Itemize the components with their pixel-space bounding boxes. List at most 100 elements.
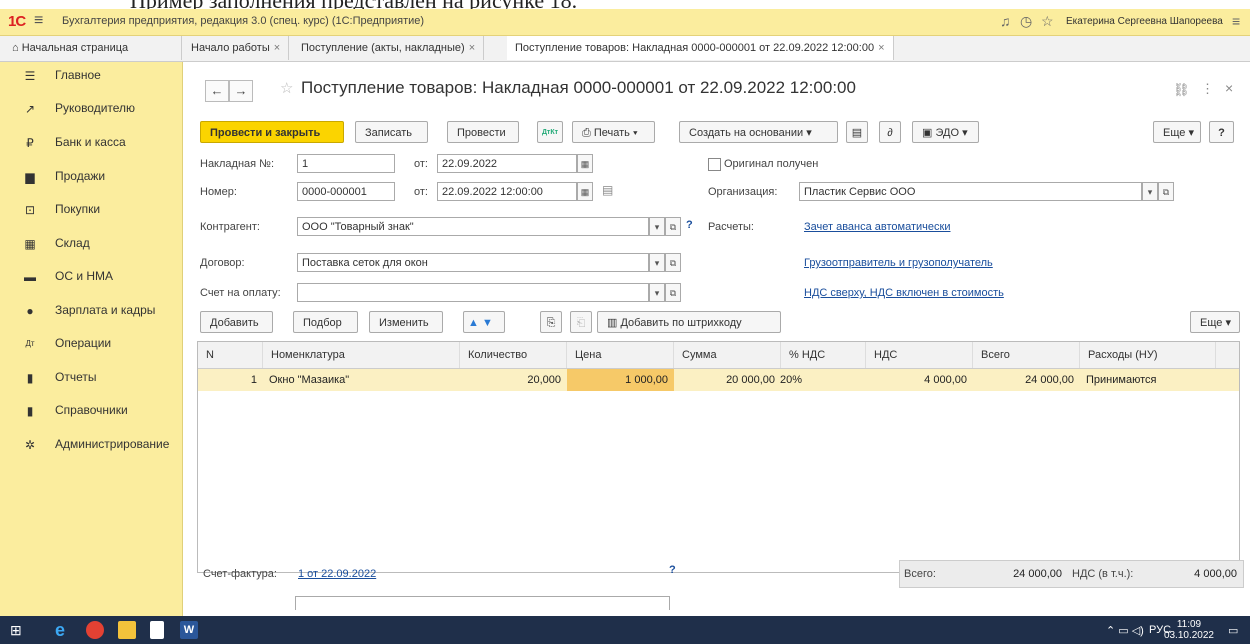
contract-input[interactable]: Поставка сеток для окон bbox=[297, 253, 649, 272]
chevron-down-icon[interactable]: ▾ bbox=[649, 217, 665, 236]
bell-icon[interactable]: ♫ bbox=[1000, 13, 1011, 29]
payment-invoice-input[interactable] bbox=[297, 283, 649, 302]
table-row[interactable]: 1 Окно "Мазаика" 20,000 1 000,00 20 000,… bbox=[198, 369, 1239, 391]
chevron-down-icon[interactable]: ▾ bbox=[649, 283, 665, 302]
more-vertical-icon[interactable]: ⋮ bbox=[1201, 81, 1214, 97]
tab-receipt-document[interactable]: Поступление товаров: Накладная 0000-0000… bbox=[507, 36, 894, 60]
calendar-icon[interactable]: ▦ bbox=[577, 182, 593, 201]
sidebar-item-admin[interactable]: ✲ Администрирование bbox=[0, 431, 182, 459]
selection-button[interactable]: Подбор bbox=[293, 311, 358, 333]
open-icon[interactable]: ⧉ bbox=[665, 253, 681, 272]
post-button[interactable]: Провести bbox=[447, 121, 519, 143]
file-explorer-icon[interactable] bbox=[118, 621, 136, 639]
close-icon[interactable]: × bbox=[274, 42, 280, 54]
window-menu-icon[interactable]: ≡ bbox=[1232, 13, 1240, 29]
column-vat[interactable]: НДС bbox=[866, 342, 973, 368]
chevron-down-icon[interactable]: ▾ bbox=[1142, 182, 1158, 201]
attach-button[interactable]: ∂ bbox=[879, 121, 901, 143]
column-nomenclature[interactable]: Номенклатура bbox=[263, 342, 460, 368]
cell-total[interactable]: 24 000,00 bbox=[973, 369, 1080, 391]
chevron-down-icon[interactable]: ▾ bbox=[649, 253, 665, 272]
open-icon[interactable]: ⧉ bbox=[1158, 182, 1174, 201]
cell-quantity[interactable]: 20,000 bbox=[460, 369, 567, 391]
change-button[interactable]: Изменить bbox=[369, 311, 443, 333]
sidebar-item-warehouse[interactable]: ▦ Склад bbox=[0, 230, 182, 258]
notifications-icon[interactable]: ▭ bbox=[1228, 624, 1238, 637]
cell-vat[interactable]: 4 000,00 bbox=[866, 369, 973, 391]
chrome-browser-icon[interactable] bbox=[86, 621, 104, 639]
favorite-star-icon[interactable]: ☆ bbox=[280, 79, 293, 97]
sidebar-item-directories[interactable]: ▮ Справочники bbox=[0, 397, 182, 425]
open-icon[interactable]: ⧉ bbox=[665, 283, 681, 302]
cell-vat-rate[interactable]: 20% bbox=[774, 369, 859, 391]
cell-price[interactable]: 1 000,00 bbox=[567, 369, 674, 391]
number-settings-icon[interactable]: ▤ bbox=[602, 183, 613, 197]
print-button[interactable]: ⎙ Печать ▾ bbox=[572, 121, 655, 143]
column-price[interactable]: Цена bbox=[567, 342, 674, 368]
vat-mode-link[interactable]: НДС сверху, НДС включен в стоимость bbox=[804, 287, 1004, 299]
add-by-barcode-button[interactable]: ▥ Добавить по штрихкоду bbox=[597, 311, 781, 333]
column-vat-rate[interactable]: % НДС bbox=[781, 342, 866, 368]
hamburger-menu-icon[interactable]: ≡ bbox=[34, 12, 43, 30]
column-expenses[interactable]: Расходы (НУ) bbox=[1080, 342, 1216, 368]
number-date-input[interactable]: 22.09.2022 12:00:00 bbox=[437, 182, 577, 201]
save-button[interactable]: Записать bbox=[355, 121, 428, 143]
add-row-button[interactable]: Добавить bbox=[200, 311, 273, 333]
sidebar-item-purchases[interactable]: ⊡ Покупки bbox=[0, 196, 182, 224]
structure-button[interactable]: ▤ bbox=[846, 121, 868, 143]
sidebar-item-bank[interactable]: ₽ Банк и касса bbox=[0, 129, 182, 157]
forward-button[interactable]: → bbox=[229, 80, 253, 102]
edge-browser-icon[interactable]: e bbox=[55, 621, 73, 639]
history-icon[interactable]: ◷ bbox=[1020, 13, 1032, 30]
link-icon[interactable]: ⛓ bbox=[1173, 82, 1190, 98]
cell-amount[interactable]: 20 000,00 bbox=[674, 369, 781, 391]
cell-nomenclature[interactable]: Окно "Мазаика" bbox=[263, 369, 460, 391]
comment-input[interactable] bbox=[295, 596, 670, 610]
original-received-checkbox[interactable] bbox=[708, 158, 721, 171]
invoice-help-icon[interactable]: ? bbox=[669, 564, 676, 576]
user-name[interactable]: Екатерина Сергеевна Шапореева bbox=[1066, 16, 1223, 27]
calendar-icon[interactable]: ▦ bbox=[577, 154, 593, 173]
sidebar-item-fixed-assets[interactable]: ▬ ОС и НМА bbox=[0, 263, 182, 291]
cell-n[interactable]: 1 bbox=[198, 369, 263, 391]
more-button[interactable]: Еще ▾ bbox=[1153, 121, 1201, 143]
invoice-number-input[interactable]: 1 bbox=[297, 154, 395, 173]
star-icon[interactable]: ☆ bbox=[1041, 13, 1054, 30]
clock[interactable]: 11:09 03.10.2022 bbox=[1164, 619, 1214, 641]
back-button[interactable]: ← bbox=[205, 80, 229, 102]
create-based-button[interactable]: Создать на основании ▾ bbox=[679, 121, 838, 143]
tab-home[interactable]: ⌂ Начальная страница bbox=[0, 36, 182, 60]
close-icon[interactable]: × bbox=[1225, 80, 1233, 96]
tray-icons[interactable]: ⌃ ▭ ◁) bbox=[1106, 624, 1144, 637]
column-amount[interactable]: Сумма bbox=[674, 342, 781, 368]
invoice-link[interactable]: 1 от 22.09.2022 bbox=[298, 568, 376, 580]
edo-button[interactable]: ▣ ЭДО ▾ bbox=[912, 121, 979, 143]
shipper-consignee-link[interactable]: Грузоотправитель и грузополучатель bbox=[804, 257, 993, 269]
number-input[interactable]: 0000-000001 bbox=[297, 182, 395, 201]
sidebar-item-reports[interactable]: ▮ Отчеты bbox=[0, 364, 182, 392]
organization-input[interactable]: Пластик Сервис ООО bbox=[799, 182, 1142, 201]
cell-expenses[interactable]: Принимаются bbox=[1080, 369, 1216, 391]
sidebar-item-operations[interactable]: Дт Операции bbox=[0, 330, 182, 358]
sidebar-item-main[interactable]: ☰ Главное bbox=[0, 62, 182, 90]
sidebar-item-salary[interactable]: ● Зарплата и кадры bbox=[0, 297, 182, 325]
open-icon[interactable]: ⧉ bbox=[665, 217, 681, 236]
invoice-date-input[interactable]: 22.09.2022 bbox=[437, 154, 577, 173]
help-button[interactable]: ? bbox=[1209, 121, 1234, 143]
sidebar-item-sales[interactable]: ▆ Продажи bbox=[0, 163, 182, 191]
counterparty-input[interactable]: ООО "Товарный знак" bbox=[297, 217, 649, 236]
column-total[interactable]: Всего bbox=[973, 342, 1080, 368]
sidebar-item-manager[interactable]: ↗ Руководителю bbox=[0, 95, 182, 123]
table-more-button[interactable]: Еще ▾ bbox=[1190, 311, 1240, 333]
close-icon[interactable]: × bbox=[878, 42, 884, 54]
document-app-icon[interactable] bbox=[150, 621, 164, 639]
post-and-close-button[interactable]: Провести и закрыть bbox=[200, 121, 344, 143]
paste-rows-button[interactable]: ⎗ bbox=[570, 311, 592, 333]
windows-start-icon[interactable]: ⊞ bbox=[10, 621, 28, 639]
counterparty-help-icon[interactable]: ? bbox=[686, 219, 693, 231]
settlements-link[interactable]: Зачет аванса автоматически bbox=[804, 221, 950, 233]
column-quantity[interactable]: Количество bbox=[460, 342, 567, 368]
word-app-icon[interactable]: W bbox=[180, 621, 198, 639]
close-icon[interactable]: × bbox=[469, 42, 475, 54]
dt-kt-button[interactable]: ДтКт bbox=[537, 121, 563, 143]
